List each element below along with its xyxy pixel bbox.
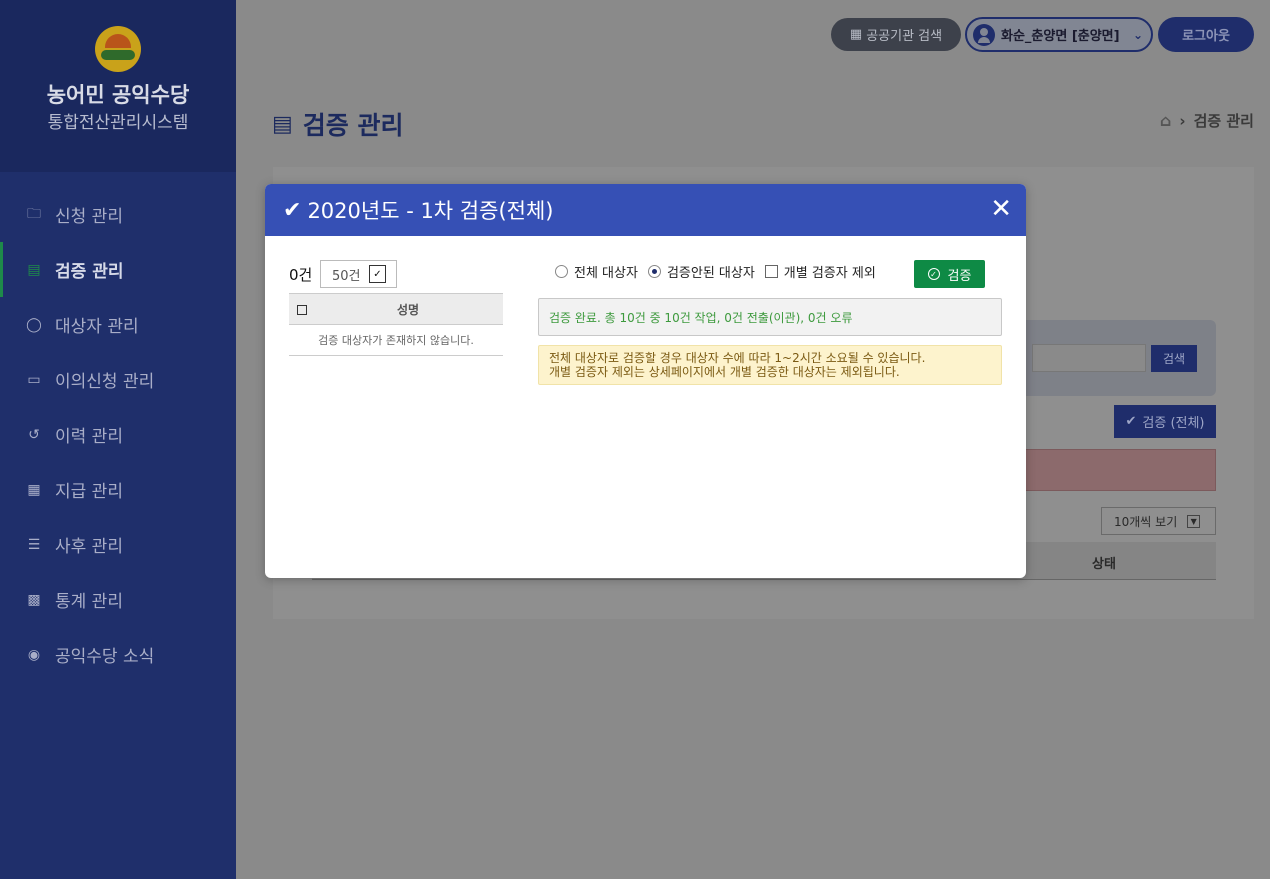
empty-row: 검증 대상자가 존재하지 않습니다. — [289, 325, 503, 356]
verify-button-label: 검증 — [947, 268, 972, 284]
status-column-header: 상태 — [1092, 557, 1116, 572]
sidebar-item-label: 검증 관리 — [55, 262, 124, 282]
exclude-individual-checkbox[interactable] — [764, 265, 778, 278]
sidebar-item-followup[interactable]: ☰ 사후 관리 — [0, 517, 236, 572]
page-title: ▤ 검증 관리 — [272, 106, 404, 142]
verification-modal: ✔ 2020년도 - 1차 검증(전체) ✕ 0건 50건 ✓ 성명 검증 대상… — [265, 184, 1026, 578]
building-icon: ▦ — [849, 27, 863, 42]
modal-header: ✔ 2020년도 - 1차 검증(전체) — [265, 184, 1026, 236]
sidebar-item-news[interactable]: ◉ 공익수당 소식 — [0, 627, 236, 682]
user-menu[interactable]: 화순_춘양면 [춘양면] ⌄ — [965, 17, 1153, 52]
org-search-button[interactable]: ▦ 공공기관 검색 — [831, 18, 961, 51]
sidebar-item-verification[interactable]: ▤ 검증 관리 — [0, 242, 236, 297]
sidebar-menu: 🗀 신청 관리 ▤ 검증 관리 ◯ 대상자 관리 ▭ 이의신청 관리 ↺ 이력 관리 ▦ 지… — [0, 172, 236, 682]
sidebar-item-payment[interactable]: ▦ 지급 관리 — [0, 462, 236, 517]
user-label: 화순_춘양면 [춘양면] — [1001, 29, 1120, 44]
sidebar-item-label: 신청 관리 — [55, 207, 123, 227]
notice-line-1: 전체 대상자로 검증할 경우 대상자 수에 따라 1~2시간 소요될 수 있습니… — [549, 351, 926, 365]
modal-title: 2020년도 - 1차 검증(전체) — [307, 199, 554, 223]
sidebar-item-history[interactable]: ↺ 이력 관리 — [0, 407, 236, 462]
sidebar-item-application[interactable]: 🗀 신청 관리 — [0, 187, 236, 242]
org-search-label: 공공기관 검색 — [866, 29, 943, 44]
radio-unverified[interactable] — [647, 265, 661, 278]
radio-all[interactable] — [555, 265, 568, 278]
option-exclude-individual[interactable]: 개별 검증자 제외 — [764, 262, 876, 281]
document-icon: ▤ — [272, 111, 293, 137]
search-button[interactable]: 검색 — [1151, 345, 1197, 372]
sidebar: 농어민 공익수당 통합전산관리시스템 🗀 신청 관리 ▤ 검증 관리 ◯ 대상자 관리… — [0, 0, 236, 879]
option-unverified[interactable]: 검증안된 대상자 — [647, 262, 755, 281]
verify-all-label: 검증 (전체) — [1142, 416, 1205, 431]
user-icon: ◯ — [26, 316, 42, 333]
sidebar-header: 농어민 공익수당 통합전산관리시스템 — [0, 0, 236, 172]
option-all[interactable]: 전체 대상자 — [555, 262, 638, 281]
search-input[interactable] — [1032, 344, 1146, 372]
option-all-label: 전체 대상자 — [574, 266, 638, 281]
select-all-checkbox[interactable] — [297, 305, 307, 315]
logo-icon[interactable] — [95, 26, 141, 72]
sidebar-item-recipients[interactable]: ◯ 대상자 관리 — [0, 297, 236, 352]
verify-button[interactable]: ✓ 검증 — [914, 260, 985, 288]
page-size-select-label: 10개씩 보기 — [1114, 514, 1178, 529]
home-icon[interactable]: ⌂ — [1160, 111, 1171, 130]
logout-button[interactable]: 로그아웃 — [1158, 17, 1254, 52]
recipient-table-header: 성명 — [289, 293, 503, 325]
recipient-table: 성명 검증 대상자가 존재하지 않습니다. — [289, 293, 503, 356]
chevron-down-icon: ⌄ — [1132, 27, 1143, 42]
page-size-select[interactable]: 10개씩 보기 ▼ — [1101, 507, 1216, 535]
breadcrumb: ⌂ › 검증 관리 — [1160, 110, 1254, 131]
name-column-header: 성명 — [397, 302, 420, 317]
sidebar-item-statistics[interactable]: ▩ 통계 관리 — [0, 572, 236, 627]
avatar-icon — [973, 23, 995, 46]
result-count: 0건 — [289, 266, 313, 284]
notice-message: 전체 대상자로 검증할 경우 대상자 수에 따라 1~2시간 소요될 수 있습니… — [538, 345, 1002, 385]
sidebar-item-label: 이의신청 관리 — [55, 372, 155, 392]
sidebar-item-label: 이력 관리 — [55, 427, 123, 447]
dropdown-icon: ▼ — [1187, 514, 1201, 528]
sidebar-item-objection[interactable]: ▭ 이의신청 관리 — [0, 352, 236, 407]
history-icon: ↺ — [28, 426, 40, 443]
sidebar-item-label: 통계 관리 — [55, 592, 123, 612]
notice-line-2: 개별 검증자 제외는 상세페이지에서 개별 검증한 대상자는 제외됩니다. — [549, 365, 900, 379]
bar-chart-icon: ▩ — [27, 591, 41, 608]
verify-all-button[interactable]: ✔ 검증 (전체) — [1114, 405, 1216, 438]
app-title: 농어민 공익수당 — [46, 83, 190, 107]
chevron-right-icon: › — [1179, 111, 1186, 130]
option-unverified-label: 검증안된 대상자 — [666, 266, 755, 281]
check-icon: ✔ — [1125, 414, 1137, 429]
chevron-down-icon: ✓ — [369, 265, 386, 283]
option-exclude-label: 개별 검증자 제외 — [783, 266, 876, 281]
sidebar-item-label: 대상자 관리 — [55, 317, 139, 337]
chat-icon: ◉ — [27, 646, 41, 663]
close-icon[interactable]: ✕ — [990, 196, 1012, 222]
modal-page-size-value: 50건 — [332, 268, 361, 284]
sidebar-item-label: 공익수당 소식 — [55, 647, 155, 667]
verification-options: 전체 대상자 검증안된 대상자 개별 검증자 제외 — [555, 262, 886, 281]
monitor-icon: ▭ — [27, 371, 41, 388]
modal-page-size-select[interactable]: 50건 ✓ — [320, 260, 397, 288]
checklist-icon: ☰ — [27, 536, 41, 553]
sidebar-item-label: 사후 관리 — [55, 537, 123, 557]
result-message: 검증 완료. 총 10건 중 10건 작업, 0건 전출(이관), 0건 오류 — [538, 298, 1002, 336]
breadcrumb-current: 검증 관리 — [1193, 112, 1254, 130]
check-circle-icon: ✓ — [927, 268, 940, 280]
check-icon: ✔ — [283, 197, 302, 223]
calculator-icon: ▦ — [27, 481, 41, 498]
sidebar-item-label: 지급 관리 — [55, 482, 123, 502]
folder-icon: 🗀 — [27, 205, 41, 222]
document-icon: ▤ — [27, 261, 41, 278]
page-title-text: 검증 관리 — [302, 111, 404, 140]
alert-box — [1010, 449, 1216, 491]
app-subtitle: 통합전산관리시스템 — [47, 113, 189, 133]
